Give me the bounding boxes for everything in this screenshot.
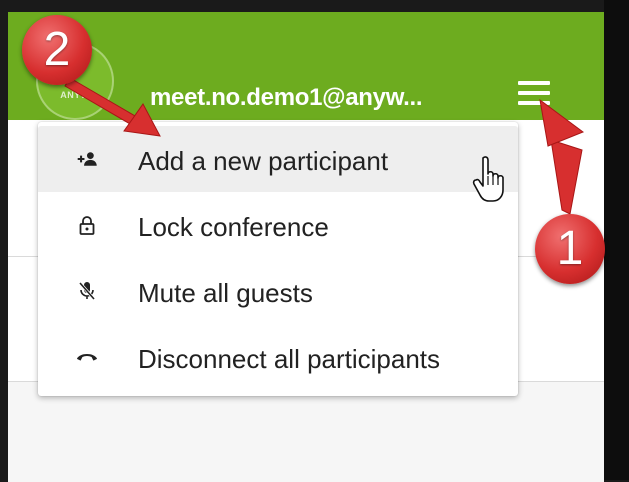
- hand-cursor-icon: [472, 156, 504, 202]
- logo-text: ANYW: [60, 90, 90, 100]
- menu-item-add-participant[interactable]: Add a new participant: [38, 126, 518, 192]
- menu-item-disconnect-all[interactable]: Disconnect all participants: [38, 324, 518, 390]
- menu-item-label: Disconnect all participants: [138, 344, 441, 374]
- callout-1: 1: [535, 214, 605, 284]
- menu-item-lock-conference[interactable]: Lock conference: [38, 192, 518, 258]
- hamburger-menu-icon[interactable]: [513, 75, 555, 111]
- callout-2: 2: [22, 15, 92, 85]
- window-edge: [604, 0, 629, 480]
- user-name: meet.no.demo1@anyw...: [150, 84, 423, 111]
- menu-item-label: Lock conference: [138, 212, 329, 242]
- menu-item-mute-all[interactable]: Mute all guests: [38, 258, 518, 324]
- call-end-icon: [76, 324, 98, 390]
- menu-item-label: Add a new participant: [138, 146, 389, 176]
- conference-menu: Add a new participant Lock conference Mu…: [38, 122, 518, 396]
- mic-off-icon: [76, 258, 98, 324]
- add-participant-icon: [76, 126, 98, 192]
- lock-icon: [76, 192, 98, 258]
- app-header: P ANYW meet.no.demo1@anyw...: [8, 12, 604, 120]
- menu-item-label: Mute all guests: [138, 278, 313, 308]
